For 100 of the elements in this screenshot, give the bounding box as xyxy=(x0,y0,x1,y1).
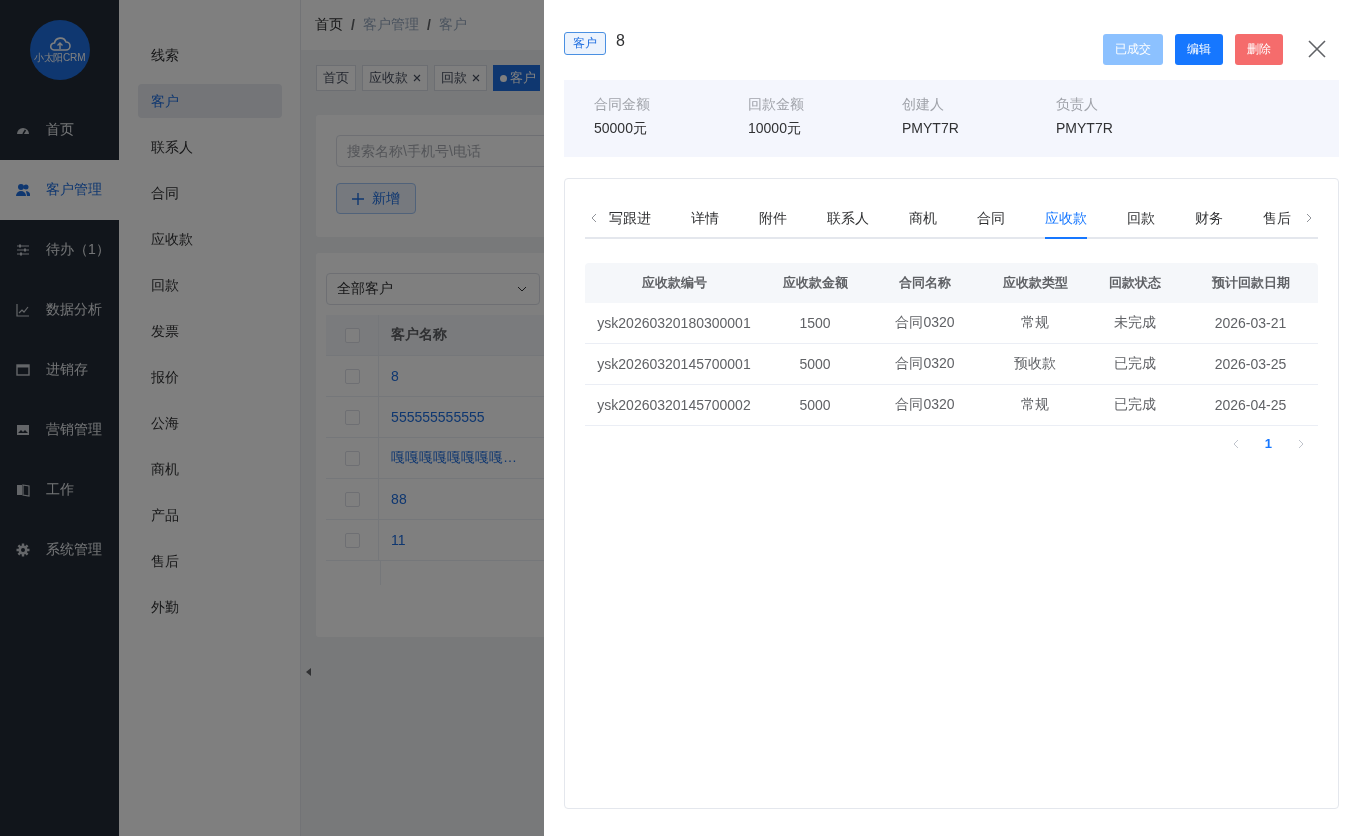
column-header: 应收款编号 xyxy=(640,274,708,292)
submenu-item[interactable]: 线索 xyxy=(138,32,282,78)
submenu-item[interactable]: 报价 xyxy=(138,354,282,400)
nav-item[interactable]: 工作 xyxy=(0,460,119,520)
detail-tab[interactable]: 回款 xyxy=(1127,199,1155,239)
customer-link[interactable]: 88 xyxy=(391,491,407,507)
table-cell-text: 5000 xyxy=(798,397,832,413)
close-icon xyxy=(472,74,480,82)
chevron-right-icon xyxy=(1298,438,1304,449)
customer-link[interactable]: 555555555555 xyxy=(391,409,485,425)
table-cell-text: 常规 xyxy=(1020,396,1050,414)
nav-item[interactable]: 首页 xyxy=(0,100,119,160)
customer-link[interactable]: 8 xyxy=(391,368,399,384)
chevron-left-icon xyxy=(591,213,597,223)
detail-tab[interactable]: 应收款 xyxy=(1045,199,1087,239)
submenu-item[interactable]: 产品 xyxy=(138,492,282,538)
submenu-item[interactable]: 回款 xyxy=(138,262,282,308)
summary-label: 创建人 xyxy=(902,96,945,114)
summary-value: 10000元 xyxy=(748,120,802,138)
submenu-item[interactable]: 公海 xyxy=(138,400,282,446)
table-cell-text: 1500 xyxy=(798,315,832,331)
table-cell-text: 2026-03-21 xyxy=(1213,315,1288,331)
detail-tab[interactable]: 合同 xyxy=(977,199,1005,239)
table-cell-text: 5000 xyxy=(798,356,832,372)
breadcrumb-link[interactable]: 首页 xyxy=(315,16,343,34)
submenu-item[interactable]: 商机 xyxy=(138,446,282,492)
table-cell-text: ysk20260320145700001 xyxy=(596,356,752,372)
table-cell-text: 合同0320 xyxy=(894,355,956,373)
line-chart-icon xyxy=(16,303,30,317)
summary-label: 负责人 xyxy=(1056,96,1099,114)
table-cell-text: 已完成 xyxy=(1113,396,1157,414)
summary-label: 合同金额 xyxy=(594,96,651,114)
nav-item[interactable]: 营销管理 xyxy=(0,400,119,460)
submenu-item[interactable]: 联系人 xyxy=(138,124,282,170)
detail-tab[interactable]: 详情 xyxy=(691,199,719,239)
nav-item[interactable]: 客户管理 xyxy=(0,160,119,220)
logo-text: 小太阳CRM xyxy=(33,52,86,64)
submenu-item[interactable]: 客户 xyxy=(138,84,282,118)
table-cell-text: ysk20260320145700002 xyxy=(596,397,752,413)
detail-tab[interactable]: 附件 xyxy=(759,199,787,239)
column-header: 应收款类型 xyxy=(1001,274,1069,292)
nav-item[interactable]: 待办（1） xyxy=(0,220,119,280)
drawer-title: 8 xyxy=(616,32,625,50)
table-cell-text: 合同0320 xyxy=(894,396,956,414)
people-icon xyxy=(16,183,30,197)
page-tab[interactable]: 客户 xyxy=(493,65,540,91)
detail-tab[interactable]: 商机 xyxy=(909,199,937,239)
add-button[interactable]: 新增 xyxy=(336,183,416,214)
table-cell-text: ysk20260320180300001 xyxy=(596,315,752,331)
breadcrumb-separator: / xyxy=(351,17,355,33)
column-header: 预计回款日期 xyxy=(1210,274,1291,292)
sliders-icon xyxy=(16,243,30,257)
column-header: 应收款金额 xyxy=(781,274,849,292)
customer-filter-select[interactable]: 全部客户 xyxy=(326,273,540,305)
column-header: 客户名称 xyxy=(390,325,449,344)
chevron-left-icon xyxy=(1232,438,1239,449)
customer-tag: 客户 xyxy=(564,31,606,55)
gear-icon xyxy=(16,543,30,557)
column-header: 回款状态 xyxy=(1108,274,1162,292)
summary-label: 回款金额 xyxy=(748,96,805,114)
close-icon[interactable] xyxy=(1308,40,1326,58)
chevron-right-icon xyxy=(1306,213,1312,223)
close-icon xyxy=(413,74,421,82)
nav-item[interactable]: 系统管理 xyxy=(0,520,119,580)
page-tab[interactable]: 应收款 xyxy=(362,65,428,91)
customer-link[interactable]: 嘎嘎嘎嘎嘎嘎嘎嘎… xyxy=(391,449,518,467)
table-cell-text: 2026-04-25 xyxy=(1213,397,1288,413)
detail-tab[interactable]: 联系人 xyxy=(827,199,869,239)
action-button[interactable]: 删除 xyxy=(1235,33,1283,65)
image-icon xyxy=(16,423,30,437)
submenu-item[interactable]: 售后 xyxy=(138,538,282,584)
window-icon xyxy=(16,363,30,377)
table-cell-text: 未完成 xyxy=(1113,314,1157,332)
table-cell-text: 常规 xyxy=(1020,314,1050,332)
customer-link[interactable]: 11 xyxy=(391,532,406,548)
detail-tab[interactable]: 售后 xyxy=(1263,199,1291,239)
submenu-item[interactable]: 发票 xyxy=(138,308,282,354)
breadcrumb-separator: / xyxy=(426,17,431,33)
table-cell-text: 已完成 xyxy=(1113,355,1157,373)
submenu-item[interactable]: 合同 xyxy=(138,170,282,216)
page-tab[interactable]: 回款 xyxy=(434,65,487,91)
cloud-icon xyxy=(48,36,71,52)
column-header: 合同名称 xyxy=(898,274,952,292)
detail-tab[interactable]: 写跟进 xyxy=(609,199,651,239)
table-cell-text: 2026-03-25 xyxy=(1213,356,1288,372)
submenu-item[interactable]: 外勤 xyxy=(138,584,282,630)
detail-tab[interactable]: 财务 xyxy=(1195,199,1223,239)
summary-value: PMYT7R xyxy=(902,120,960,136)
nav-item[interactable]: 进销存 xyxy=(0,340,119,400)
table-cell-text: 预收款 xyxy=(1013,355,1057,373)
action-button[interactable]: 编辑 xyxy=(1175,33,1223,65)
summary-value: PMYT7R xyxy=(1056,120,1114,136)
table-cell-text: 合同0320 xyxy=(894,314,956,332)
book-icon xyxy=(16,483,30,497)
page-number[interactable]: 1 xyxy=(1264,436,1272,451)
nav-item[interactable]: 数据分析 xyxy=(0,280,119,340)
submenu-item[interactable]: 应收款 xyxy=(138,216,282,262)
chevron-down-icon xyxy=(517,286,527,292)
page-tab[interactable]: 首页 xyxy=(316,65,356,91)
summary-value: 50000元 xyxy=(594,120,648,138)
